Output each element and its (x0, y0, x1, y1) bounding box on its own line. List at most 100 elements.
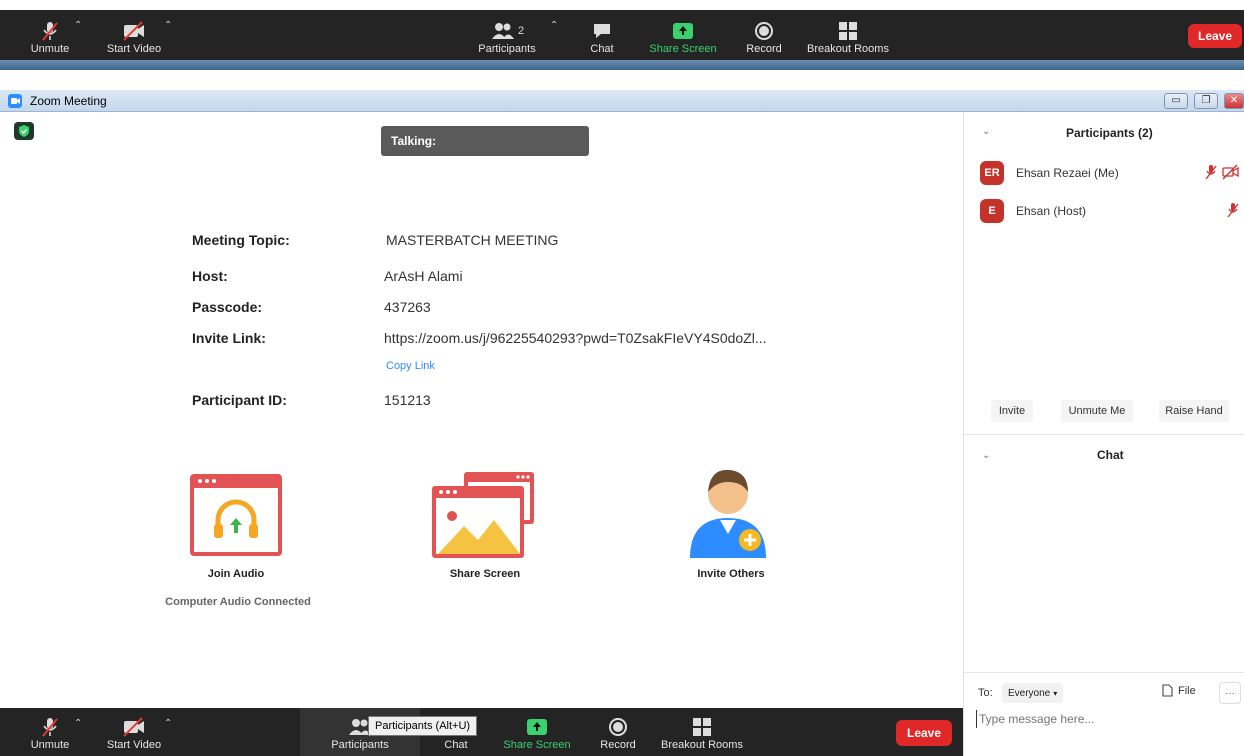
video-options-caret-icon[interactable]: ⌃ (164, 20, 172, 31)
chat-collapse-icon[interactable]: ⌄ (982, 450, 990, 461)
breakout-rooms-button[interactable]: Breakout Rooms (658, 708, 746, 756)
record-button[interactable]: Record (740, 10, 788, 60)
file-button[interactable]: File (1162, 684, 1196, 697)
share-screen-button[interactable]: Share Screen (646, 10, 720, 60)
copy-link-button[interactable]: Copy Link (386, 360, 435, 372)
invite-others-button[interactable] (686, 464, 770, 560)
breakout-rooms-icon (692, 715, 712, 739)
participant-row[interactable]: ER Ehsan Rezaei (Me) (964, 158, 1244, 188)
meeting-topic-value: MASTERBATCH MEETING (386, 232, 559, 248)
host-label: Host: (192, 268, 228, 284)
file-icon (1162, 684, 1173, 697)
participants-tooltip: Participants (Alt+U) (368, 716, 478, 736)
talking-banner: Talking: (381, 126, 589, 156)
participants-label: Participants (331, 739, 389, 751)
unmute-label: Unmute (30, 739, 70, 751)
invite-person-icon (690, 469, 766, 558)
share-screen-action[interactable] (430, 470, 536, 560)
participant-row[interactable]: E Ehsan (Host) (964, 196, 1244, 226)
breakout-rooms-label: Breakout Rooms (661, 739, 743, 751)
participant-name: Ehsan (Host) (1016, 204, 1087, 218)
chat-label: Chat (444, 739, 468, 751)
start-video-button[interactable]: Start Video (100, 10, 168, 60)
chat-message-input[interactable] (976, 710, 1238, 728)
avatar: E (980, 199, 1004, 223)
invite-link-value: https://zoom.us/j/96225540293?pwd=T0Zsak… (384, 330, 767, 346)
meeting-area: Talking: Meeting Topic: MASTERBATCH MEET… (0, 112, 963, 708)
window-title: Zoom Meeting (30, 94, 107, 108)
unmute-me-button[interactable]: Unmute Me (1061, 400, 1133, 422)
participants-label: Participants (478, 43, 536, 55)
participant-name: Ehsan Rezaei (Me) (1016, 166, 1119, 180)
record-label: Record (600, 739, 636, 751)
record-label: Record (746, 43, 782, 55)
avatar: ER (980, 161, 1004, 185)
record-button[interactable]: Record (594, 708, 642, 756)
muted-microphone-icon (39, 19, 61, 43)
video-options-caret-icon[interactable]: ⌃ (164, 718, 172, 729)
share-screen-label: Share Screen (503, 739, 571, 751)
participants-button[interactable]: 2 Participants (472, 10, 542, 60)
chat-button[interactable]: Chat (580, 10, 624, 60)
divider (964, 672, 1244, 673)
window-titlebar: Zoom Meeting ▭ ❐ ✕ (0, 90, 1244, 112)
share-screen-icon (526, 715, 548, 739)
restore-icon[interactable]: ❐ (1194, 93, 1218, 109)
recipient-value: Everyone (1008, 687, 1051, 699)
share-screen-icon (672, 19, 694, 43)
unmute-button[interactable]: Unmute (22, 10, 78, 60)
muted-microphone-icon (1204, 164, 1218, 185)
participants-options-caret-icon[interactable]: ⌃ (550, 20, 558, 31)
muted-microphone-icon (1226, 202, 1240, 223)
leave-button[interactable]: Leave (896, 720, 952, 746)
passcode-value: 437263 (384, 299, 431, 315)
chat-icon (592, 19, 612, 43)
raise-hand-button[interactable]: Raise Hand (1159, 400, 1229, 422)
audio-options-caret-icon[interactable]: ⌃ (74, 718, 82, 729)
participants-collapse-icon[interactable]: ⌄ (982, 126, 990, 137)
share-screen-action-label: Share Screen (449, 568, 521, 580)
participant-id-value: 151213 (384, 392, 431, 408)
recipient-dropdown[interactable]: Everyone ▾ (1002, 683, 1064, 703)
join-audio-label: Join Audio (207, 568, 265, 580)
record-icon (754, 19, 774, 43)
participants-count: 2 (517, 25, 525, 37)
breakout-rooms-label: Breakout Rooms (807, 43, 889, 55)
passcode-label: Passcode: (192, 299, 263, 315)
share-screen-label: Share Screen (649, 43, 717, 55)
video-off-icon (121, 19, 147, 43)
participants-panel-title: Participants (2) (1066, 126, 1153, 140)
video-off-icon (121, 715, 147, 739)
host-value: ArAsH Alami (384, 268, 463, 284)
more-options-button[interactable]: ··· (1219, 682, 1241, 704)
start-video-label: Start Video (106, 43, 162, 55)
breakout-rooms-button[interactable]: Breakout Rooms (804, 10, 892, 60)
chat-label: Chat (590, 43, 614, 55)
bottom-toolbar: Unmute ⌃ Start Video ⌃ Participants Chat… (0, 708, 963, 756)
audio-options-caret-icon[interactable]: ⌃ (74, 20, 82, 31)
invite-button[interactable]: Invite (991, 400, 1033, 422)
breakout-rooms-icon (838, 19, 858, 43)
unmute-button[interactable]: Unmute (22, 708, 78, 756)
taskbar-strip (0, 60, 1244, 70)
top-toolbar: Unmute ⌃ Start Video ⌃ 2 Participants ⌃ … (0, 10, 1244, 60)
participant-id-label: Participant ID: (192, 392, 287, 408)
divider (964, 434, 1244, 435)
meeting-topic-label: Meeting Topic: (192, 232, 290, 248)
join-audio-button[interactable] (188, 472, 284, 558)
zoom-app-icon (8, 94, 22, 108)
invite-link-label: Invite Link: (192, 330, 266, 346)
file-label: File (1178, 684, 1196, 697)
close-icon[interactable]: ✕ (1224, 93, 1244, 109)
muted-microphone-icon (39, 715, 61, 739)
leave-button[interactable]: Leave (1188, 24, 1242, 48)
audio-status-text: Computer Audio Connected (165, 596, 311, 608)
chat-to-label: To: (978, 687, 993, 699)
join-audio-icon (190, 474, 282, 556)
participants-icon: 2 (490, 19, 524, 43)
encryption-shield-icon[interactable] (14, 122, 34, 140)
share-screen-button[interactable]: Share Screen (500, 708, 574, 756)
minimize-icon[interactable]: ▭ (1164, 93, 1188, 109)
record-icon (608, 715, 628, 739)
start-video-button[interactable]: Start Video (100, 708, 168, 756)
